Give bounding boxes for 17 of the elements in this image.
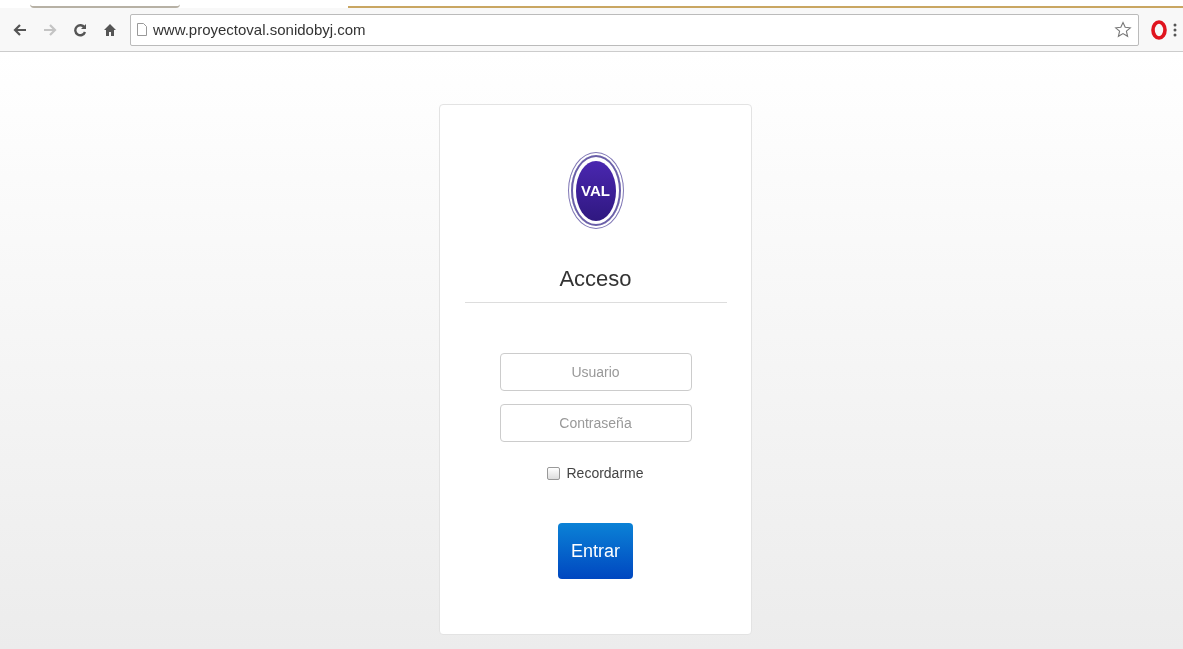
forward-arrow-icon xyxy=(43,22,57,37)
home-icon xyxy=(103,22,117,37)
login-button[interactable]: Entrar xyxy=(558,523,633,579)
input-field[interactable]: Contraseña xyxy=(499,404,692,442)
url-text: www.proyectoval.sonidobyj.com xyxy=(153,21,366,38)
back-arrow-icon xyxy=(13,22,27,37)
address-bar[interactable]: www.proyectoval.sonidobyj.com xyxy=(130,13,1139,46)
login-title: Acceso xyxy=(559,266,632,292)
star-icon[interactable] xyxy=(1114,20,1132,39)
page-icon xyxy=(137,23,147,36)
input-field[interactable]: Usuario xyxy=(499,353,692,391)
remember-label: Recordarme xyxy=(566,465,644,481)
opera-icon[interactable] xyxy=(1151,19,1167,40)
reload-icon xyxy=(73,22,87,37)
remember-checkbox[interactable] xyxy=(547,466,561,480)
val-logo: VAL xyxy=(570,155,621,226)
menu-icon[interactable] xyxy=(1173,21,1177,38)
